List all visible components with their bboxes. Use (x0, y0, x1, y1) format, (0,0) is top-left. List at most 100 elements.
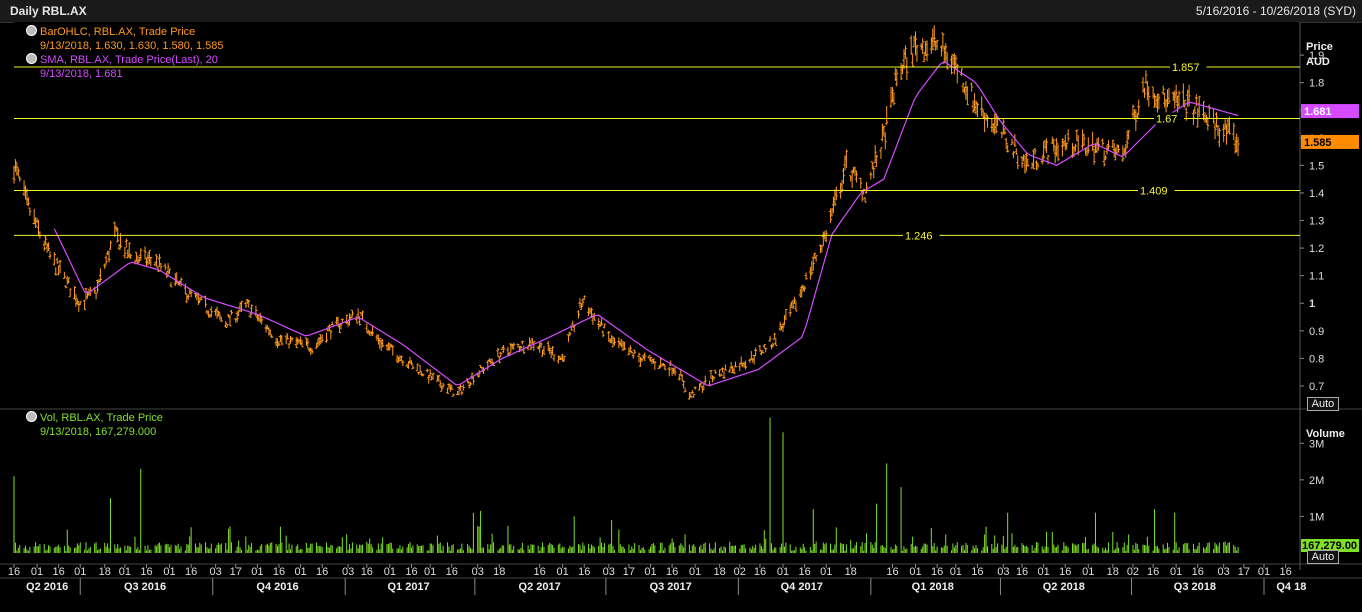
volume-bar (984, 534, 986, 553)
volume-bar (95, 542, 97, 553)
volume-bar (75, 547, 77, 553)
volume-bar (327, 547, 329, 553)
volume-bar (644, 549, 646, 553)
x-quarter-label: Q1 2018 (912, 581, 954, 593)
volume-bar (916, 546, 918, 553)
volume-bar (714, 542, 716, 553)
volume-bar (945, 534, 947, 553)
volume-bar (599, 537, 601, 553)
volume-bar (965, 542, 967, 553)
volume-bar (1054, 547, 1056, 553)
volume-bar (325, 542, 327, 553)
volume-bar (55, 546, 57, 553)
volume-bar (730, 545, 732, 553)
volume-bar (824, 544, 826, 553)
volume-bar (547, 545, 549, 553)
volume-bar (134, 536, 136, 553)
volume-bar (557, 544, 559, 553)
volume-bar (200, 544, 202, 553)
volume-bar (870, 542, 872, 553)
volume-bar (961, 546, 963, 553)
volume-bar (1113, 550, 1115, 553)
volume-bar (140, 468, 142, 553)
volume-bar (1207, 543, 1209, 553)
volume-bar (268, 545, 270, 553)
volume-bar (317, 545, 319, 553)
volume-bar (13, 476, 15, 553)
volume-bar (1167, 542, 1169, 553)
volume-bar (1077, 544, 1079, 553)
volume-bar (251, 543, 253, 553)
volume-bar (351, 542, 353, 553)
x-day-label: 16 (666, 566, 678, 578)
volume-bar (694, 546, 696, 553)
legend-volume-icon[interactable] (26, 411, 37, 422)
volume-bar (906, 548, 908, 553)
volume-bar (1067, 547, 1069, 553)
legend-sma-icon[interactable] (26, 53, 37, 64)
volume-bar (674, 547, 676, 553)
volume-bar (1227, 542, 1229, 553)
volume-bar (446, 542, 448, 553)
volume-auto-button[interactable]: Auto (1307, 550, 1339, 564)
volume-bar (166, 543, 168, 553)
price-auto-button[interactable]: Auto (1307, 397, 1339, 411)
volume-bar (1118, 547, 1120, 553)
volume-bar (549, 542, 551, 553)
x-day-label: 16 (754, 566, 766, 578)
volume-bar (23, 548, 25, 553)
volume-bar (1015, 547, 1017, 553)
volume-bar (835, 527, 837, 553)
volume-bar (729, 541, 731, 553)
volume-bar (338, 546, 340, 553)
volume-bar (567, 548, 569, 553)
volume-bar (1033, 550, 1035, 553)
volume-bar (432, 545, 434, 553)
volume-bar (419, 545, 421, 553)
volume-bar (441, 550, 443, 553)
volume-bar (619, 544, 621, 553)
x-day-label: 16 (534, 566, 546, 578)
x-day-label: 01 (119, 566, 131, 578)
volume-bar (482, 547, 484, 553)
volume-bar (910, 543, 912, 553)
legend-ohlc[interactable]: BarOHLC, RBL.AX, Trade Price 9/13/2018, … (26, 25, 224, 53)
legend-sma[interactable]: SMA, RBL.AX, Trade Price(Last), 20 9/13/… (26, 53, 218, 81)
legend-volume[interactable]: Vol, RBL.AX, Trade Price 9/13/2018, 167,… (26, 411, 163, 439)
volume-bar (1084, 536, 1086, 553)
volume-bar (753, 547, 755, 553)
volume-bar (912, 536, 914, 553)
volume-bar (922, 546, 924, 553)
volume-bar (1125, 550, 1127, 553)
volume-bar (530, 544, 532, 553)
volume-bar (481, 547, 483, 553)
volume-bar (1165, 548, 1167, 553)
volume-bar (109, 498, 111, 553)
volume-bar (497, 550, 499, 553)
legend-ohlc-icon[interactable] (26, 25, 37, 36)
volume-bar (987, 546, 989, 553)
volume-bar (412, 545, 414, 553)
volume-bar (27, 550, 29, 553)
volume-bar (1074, 544, 1076, 553)
volume-bar (975, 545, 977, 553)
volume-bar (1228, 542, 1230, 553)
volume-bar (842, 543, 844, 553)
volume-bar (811, 550, 813, 553)
x-day-label: 02 (1127, 566, 1139, 578)
x-day-label: 01 (950, 566, 962, 578)
volume-bar (891, 549, 893, 553)
volume-bar (1046, 531, 1048, 553)
x-quarter-label: Q4 18 (1276, 581, 1306, 593)
chart-canvas[interactable]: 1.8571.671.4091.246 PriceAUD0.70.80.911.… (0, 0, 1362, 612)
volume-bar (503, 545, 505, 553)
volume-bar (913, 546, 915, 553)
volume-bar (1105, 547, 1107, 553)
volume-bar (953, 547, 955, 553)
volume-bar (396, 548, 398, 553)
volume-bar (422, 545, 424, 553)
volume-bar (501, 545, 503, 553)
price-tick-label: 1.4 (1309, 188, 1324, 200)
volume-bar (184, 550, 186, 553)
x-day-label: 16 (140, 566, 152, 578)
